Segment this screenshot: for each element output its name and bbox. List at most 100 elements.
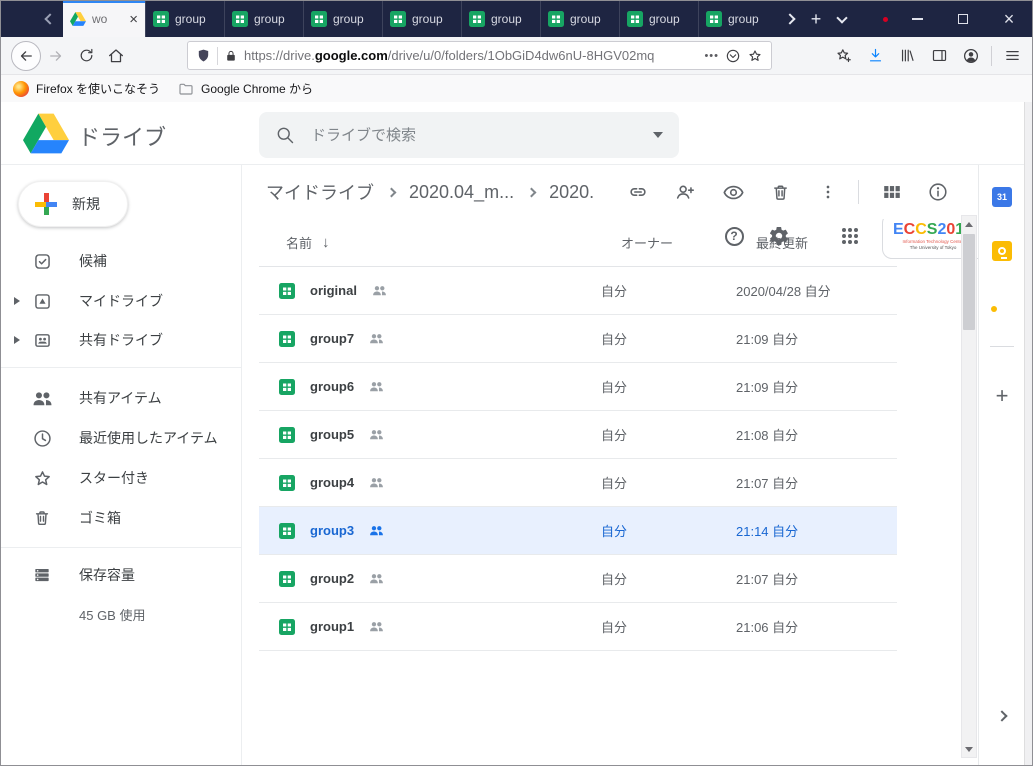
tab-label: group: [728, 12, 759, 26]
file-name: group7: [310, 331, 354, 346]
home-button[interactable]: [101, 41, 131, 71]
tab-sheet-1[interactable]: group: [145, 1, 224, 37]
tab-sheet-8[interactable]: group: [698, 1, 777, 37]
menu-button[interactable]: [996, 41, 1028, 71]
sidebar-item-label: 共有アイテム: [79, 388, 162, 408]
file-row-group3[interactable]: group3 自分 21:14 自分: [259, 507, 897, 555]
tab-sheet-5[interactable]: group: [461, 1, 540, 37]
calendar-icon[interactable]: 31: [992, 187, 1012, 207]
url-bar[interactable]: https://drive.google.com/drive/u/0/folde…: [187, 41, 772, 70]
shared-people-icon: [369, 331, 384, 346]
file-owner: 自分: [601, 521, 736, 540]
shared-people-icon: [369, 379, 384, 394]
tab-sheet-6[interactable]: group: [540, 1, 619, 37]
drive-logo[interactable]: [23, 113, 69, 154]
tab-drive[interactable]: wo ×: [63, 1, 145, 37]
file-row-original[interactable]: original 自分 2020/04/28 自分: [259, 267, 897, 315]
get-link-button[interactable]: [624, 178, 652, 206]
sidebar-item-recent[interactable]: 最近使用したアイテム: [1, 418, 241, 458]
column-header-modified: 最終更新: [756, 233, 897, 252]
search-box[interactable]: [259, 112, 679, 158]
tab-close-icon[interactable]: ×: [129, 12, 138, 27]
sidebars-button[interactable]: [923, 41, 955, 71]
share-button[interactable]: [671, 178, 699, 206]
pocket-icon[interactable]: [725, 48, 741, 64]
more-actions-button[interactable]: [814, 178, 842, 206]
preview-button[interactable]: [719, 178, 747, 206]
reload-button[interactable]: [71, 41, 101, 71]
file-row-group5[interactable]: group5 自分 21:08 自分: [259, 411, 897, 459]
sidebar-item-priority[interactable]: 候補: [1, 241, 241, 281]
details-button[interactable]: [924, 178, 952, 206]
sidebar-item-shared-with-me[interactable]: 共有アイテム: [1, 378, 241, 418]
grid-view-button[interactable]: [878, 178, 906, 206]
drive-header: ドライブ ? ECCS2016 Information Technology C…: [1, 102, 1024, 165]
file-row-group7[interactable]: group7 自分 21:09 自分: [259, 315, 897, 363]
eye-icon: [722, 181, 745, 204]
scroll-down-button[interactable]: [962, 741, 976, 757]
bookmark-firefox[interactable]: Firefox を使いこなそう: [13, 80, 160, 97]
hide-side-panel-button[interactable]: [991, 705, 1013, 727]
sheets-favicon: [627, 11, 643, 27]
scroll-up-button[interactable]: [962, 216, 976, 232]
add-addon-button[interactable]: +: [989, 383, 1015, 409]
expander-icon[interactable]: [14, 336, 20, 344]
close-window-button[interactable]: ×: [986, 1, 1032, 37]
file-row-group2[interactable]: group2 自分 21:07 自分: [259, 555, 897, 603]
sidebar-item-storage[interactable]: 保存容量: [1, 555, 241, 595]
forward-button[interactable]: [41, 41, 71, 71]
file-row-group4[interactable]: group4 自分 21:07 自分: [259, 459, 897, 507]
new-tab-button[interactable]: +: [803, 1, 829, 37]
back-button[interactable]: [11, 41, 41, 71]
breadcrumb-folder-1[interactable]: 2020.04_m...: [409, 182, 514, 203]
tab-label: group: [333, 12, 364, 26]
minimize-button[interactable]: [894, 1, 940, 37]
search-input[interactable]: [311, 127, 637, 144]
library-button[interactable]: [891, 41, 923, 71]
account-button[interactable]: [955, 41, 987, 71]
home-icon: [107, 47, 125, 65]
file-row-group6[interactable]: group6 自分 21:09 自分: [259, 363, 897, 411]
clock-icon: [32, 428, 53, 449]
downloads-button[interactable]: [859, 41, 891, 71]
sidebar-item-my-drive[interactable]: マイドライブ: [1, 281, 241, 321]
sidebar-item-trash[interactable]: ゴミ箱: [1, 498, 241, 538]
search-icon[interactable]: [275, 125, 295, 145]
bookmark-star-icon[interactable]: [747, 48, 763, 64]
tab-sheet-7[interactable]: group: [619, 1, 698, 37]
new-button[interactable]: 新規: [18, 181, 128, 227]
tab-sheet-3[interactable]: group: [303, 1, 382, 37]
tab-scroll-left-button[interactable]: [37, 1, 63, 37]
page-actions-icon[interactable]: •••: [704, 50, 719, 62]
multicolor-plus-icon: [33, 191, 59, 217]
breadcrumb-folder-2[interactable]: 2020.: [549, 182, 594, 203]
breadcrumb-my-drive[interactable]: マイドライブ: [266, 179, 374, 205]
bookmark-folder-chrome[interactable]: Google Chrome から: [178, 80, 313, 97]
sheets-favicon: [548, 11, 564, 27]
sidebar-item-shared-drives[interactable]: 共有ドライブ: [1, 320, 241, 360]
keep-icon[interactable]: [992, 241, 1012, 261]
delete-button[interactable]: [766, 178, 794, 206]
maximize-button[interactable]: [940, 1, 986, 37]
page-scrollbar[interactable]: [1024, 102, 1033, 766]
column-name-sort[interactable]: 名前 ↓: [286, 233, 621, 252]
file-modified: 21:08 自分: [736, 425, 897, 444]
chevron-right-icon: [527, 187, 537, 197]
tab-list-button[interactable]: [829, 1, 855, 37]
file-name: original: [310, 283, 357, 298]
expander-icon[interactable]: [14, 297, 20, 305]
search-options-caret-icon[interactable]: [653, 132, 663, 138]
list-scrollbar[interactable]: [961, 215, 977, 758]
tab-sheet-2[interactable]: group: [224, 1, 303, 37]
tracking-shield-icon: [196, 48, 211, 63]
tab-sheet-4[interactable]: group: [382, 1, 461, 37]
scrollbar-thumb[interactable]: [963, 234, 975, 330]
alert-dot: [883, 17, 888, 22]
sheets-file-icon: [279, 619, 295, 635]
grid-view-icon: [881, 181, 903, 203]
file-row-group1[interactable]: group1 自分 21:06 自分: [259, 603, 897, 651]
sidebar-item-starred[interactable]: スター付き: [1, 458, 241, 498]
sidebar-divider: [1, 547, 242, 548]
tab-scroll-right-button[interactable]: [777, 1, 803, 37]
save-to-collection-button[interactable]: [827, 41, 859, 71]
